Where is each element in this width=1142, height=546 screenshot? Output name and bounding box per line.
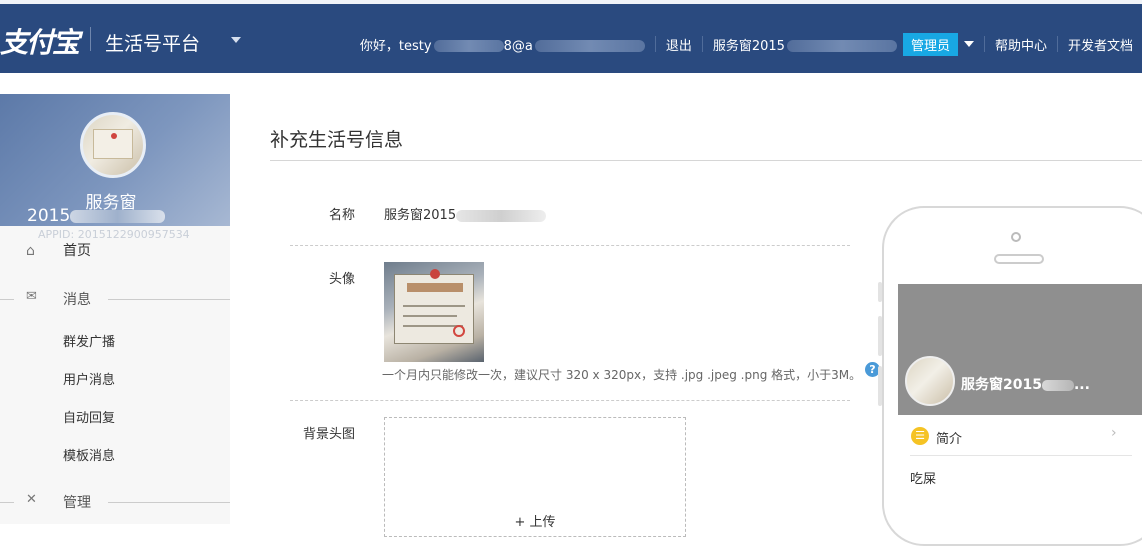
background-label: 背景头图 (302, 427, 355, 442)
sidebar-group-management: ✕ 管理 (0, 492, 230, 514)
platform-title[interactable]: 生活号平台 (105, 29, 200, 56)
upload-button[interactable]: + 上传 (385, 511, 685, 530)
profile-id: 2015 (27, 206, 166, 226)
document-icon: ☰ (911, 427, 929, 445)
preview-name: 服务窗2015... (961, 377, 1090, 393)
top-nav: 你好，testy 8@a 退出 服务窗2015 管理员 帮助中心 开发者文档 (360, 32, 1142, 56)
sidebar-item-template-messages[interactable]: 模板消息 (63, 445, 115, 464)
nav-divider (983, 36, 985, 52)
group-label: 管理 (63, 495, 91, 511)
avatar[interactable] (80, 112, 146, 178)
group-label: 消息 (63, 292, 91, 308)
intro-label: 简介 (936, 432, 963, 447)
alipay-logo[interactable]: 支付宝 (0, 21, 80, 61)
divider (910, 455, 1132, 456)
name-value: 服务窗2015 (384, 204, 547, 223)
name-label: 名称 (328, 208, 355, 223)
chevron-right-icon: › (1111, 425, 1117, 441)
account-name[interactable]: 服务窗2015 (713, 35, 897, 54)
nav-divider (1056, 36, 1058, 52)
preview-avatar (905, 356, 955, 406)
speaker-icon (994, 254, 1044, 264)
background-upload-area[interactable]: + 上传 (384, 417, 686, 537)
avatar-image[interactable] (384, 262, 484, 362)
nav-divider (654, 36, 656, 52)
title-divider (270, 160, 1142, 161)
sidebar: 服务窗 2015 APPID: 2015122900957534 ⌂ 首页 ✉ … (0, 94, 230, 524)
envelope-icon: ✉ (26, 289, 37, 304)
logout-link[interactable]: 退出 (666, 35, 692, 54)
sidebar-item-home[interactable]: ⌂ 首页 (0, 240, 230, 270)
camera-icon (1011, 232, 1021, 242)
dev-docs-link[interactable]: 开发者文档 (1068, 35, 1133, 54)
top-bar: 支付宝 生活号平台 你好，testy 8@a 退出 服务窗2015 管理员 帮助中… (0, 0, 1142, 73)
page-title: 补充生活号信息 (270, 129, 404, 151)
chevron-down-icon[interactable] (231, 37, 241, 43)
divider (290, 245, 850, 246)
profile-card: 服务窗 2015 (0, 94, 230, 226)
divider (290, 400, 850, 401)
sidebar-item-broadcast[interactable]: 群发广播 (63, 331, 115, 350)
home-icon: ⌂ (26, 243, 35, 259)
sidebar-item-user-messages[interactable]: 用户消息 (63, 369, 115, 388)
greeting: 你好，testy 8@a (360, 35, 645, 54)
avatar-hint: 一个月内只能修改一次，建议尺寸 320 x 320px，支持 .jpg .jpe… (382, 368, 862, 382)
phone-screen: 服务窗2015... ☰ 简介 › 吃屎 (898, 284, 1142, 524)
chevron-down-icon[interactable] (963, 41, 974, 47)
license-document (394, 269, 474, 344)
top-strip (0, 0, 1142, 4)
license-thumbnail (93, 129, 133, 159)
preview-intro-row[interactable]: ☰ 简介 › (898, 415, 1142, 455)
preview-footer-text: 吃屎 (910, 472, 937, 487)
help-center-link[interactable]: 帮助中心 (995, 35, 1047, 54)
wrench-icon: ✕ (26, 492, 37, 507)
sidebar-item-label: 首页 (63, 243, 91, 259)
sidebar-item-auto-reply[interactable]: 自动回复 (63, 407, 115, 426)
nav-divider (701, 36, 703, 52)
logo-divider (90, 27, 91, 51)
sidebar-group-messages: ✉ 消息 (0, 289, 230, 311)
avatar-label: 头像 (328, 272, 355, 287)
role-badge[interactable]: 管理员 (902, 32, 958, 56)
